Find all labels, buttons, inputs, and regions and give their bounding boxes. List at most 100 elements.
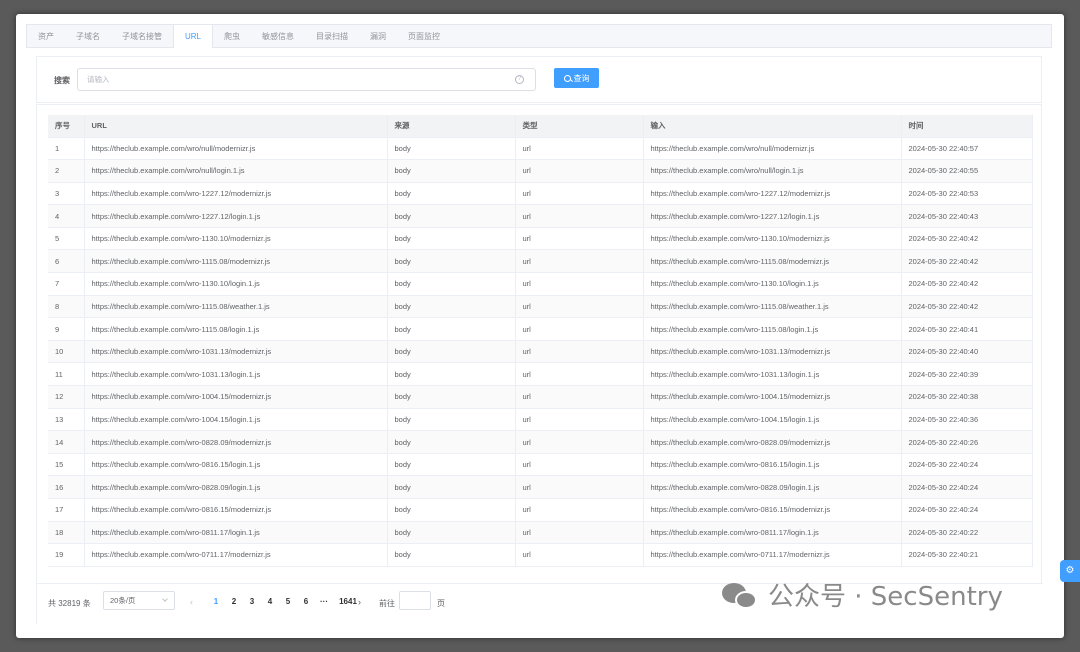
source-cell: body — [387, 408, 516, 432]
search-input[interactable] — [77, 68, 536, 91]
table-row[interactable]: 10 https://theclub.example.com/wro-1031.1… — [48, 340, 1033, 364]
type-cell: url — [515, 317, 644, 341]
source-cell: body — [387, 453, 516, 477]
watermark-text: 公众号 · SecSentry — [768, 582, 1003, 612]
type-cell: url — [515, 521, 644, 545]
input-cell: https://theclub.example.com/wro-1115.08/… — [643, 295, 902, 319]
question-circle-icon[interactable]: ? — [515, 75, 524, 84]
time-cell: 2024-05-30 22:40:41 — [901, 317, 1033, 341]
input-cell: https://theclub.example.com/wro-1130.10/… — [643, 272, 902, 296]
tab-item[interactable]: 子域名 — [65, 25, 111, 47]
tab-bar: 资产 子域名 子域名接管 URL 爬虫 敏感信息 目录扫描 漏洞 页面监控 — [26, 24, 1052, 48]
table-row[interactable]: 7 https://theclub.example.com/wro-1130.10… — [48, 272, 1033, 296]
page-size-select[interactable]: 20条/页 — [103, 591, 175, 610]
url-cell: https://theclub.example.com/wro-0828.09/… — [84, 475, 388, 499]
table-row[interactable]: 15 https://theclub.example.com/wro-0816.1… — [48, 453, 1033, 477]
app-window: 资产子域名子域名接管URL爬虫敏感信息目录扫描漏洞页面监控 搜索 ? 查询 序号… — [16, 14, 1064, 638]
input-cell: https://theclub.example.com/wro-1227.12/… — [643, 182, 902, 206]
page-number[interactable]: 2 — [225, 597, 243, 606]
url-cell: https://theclub.example.com/wro/null/mod… — [84, 137, 388, 161]
table-row[interactable]: 11 https://theclub.example.com/wro-1031.1… — [48, 362, 1033, 387]
source-cell: body — [387, 227, 516, 251]
row-index: 11 — [48, 362, 85, 387]
url-cell: https://theclub.example.com/wro-1031.13/… — [84, 340, 388, 364]
gear-icon[interactable]: ⚙ — [1060, 560, 1080, 582]
table-row[interactable]: 18 https://theclub.example.com/wro-0811.1… — [48, 521, 1033, 545]
type-cell: url — [515, 430, 644, 454]
table-row[interactable]: 17 https://theclub.example.com/wro-0816.1… — [48, 498, 1033, 522]
time-cell: 2024-05-30 22:40:36 — [901, 408, 1033, 432]
type-cell: url — [515, 340, 644, 364]
tab-item[interactable]: URL — [173, 25, 214, 48]
page-number[interactable]: 6 — [297, 597, 315, 606]
source-cell: body — [387, 475, 516, 499]
row-index: 17 — [48, 498, 85, 522]
row-index: 6 — [48, 249, 85, 274]
goto-unit: 页 — [437, 599, 445, 608]
column-header: URL — [84, 115, 388, 138]
tab-item[interactable]: 爬虫 — [213, 25, 251, 47]
tab-item[interactable]: 漏洞 — [359, 25, 397, 47]
row-index: 2 — [48, 159, 85, 183]
wechat-icon — [720, 580, 760, 610]
type-cell: url — [515, 475, 644, 499]
page-number-list: 1 2 3 4 5 6 ··· 1641 — [207, 597, 363, 606]
source-cell: body — [387, 430, 516, 454]
table-row[interactable]: 8 https://theclub.example.com/wro-1115.08… — [48, 295, 1033, 319]
time-cell: 2024-05-30 22:40:55 — [901, 159, 1033, 183]
table-row[interactable]: 12 https://theclub.example.com/wro-1004.1… — [48, 385, 1033, 409]
tab-item[interactable]: 目录扫描 — [305, 25, 359, 47]
page-number[interactable]: 4 — [261, 597, 279, 606]
table-row[interactable]: 16 https://theclub.example.com/wro-0828.0… — [48, 475, 1033, 499]
column-header: 时间 — [901, 115, 1033, 138]
page-number[interactable]: 1 — [207, 597, 225, 606]
next-page-button[interactable]: › — [358, 597, 361, 607]
watermark: 公众号 · SecSentry — [720, 576, 1003, 613]
type-cell: url — [515, 385, 644, 409]
page-number[interactable]: 3 — [243, 597, 261, 606]
tab-item[interactable]: 敏感信息 — [251, 25, 305, 47]
url-table: 序号 URL 来源 类型 输入 时间 1 https://theclub.example.c… — [48, 115, 1033, 567]
more-pages-button[interactable]: ··· — [315, 597, 333, 606]
url-cell: https://theclub.example.com/wro-0816.15/… — [84, 453, 388, 477]
results-panel: 序号 URL 来源 类型 输入 时间 1 https://theclub.example.c… — [36, 104, 1043, 625]
url-cell: https://theclub.example.com/wro-1115.08/… — [84, 317, 388, 341]
table-row[interactable]: 5 https://theclub.example.com/wro-1130.10… — [48, 227, 1033, 251]
prev-page-button[interactable]: ‹ — [190, 597, 193, 607]
time-cell: 2024-05-30 22:40:24 — [901, 498, 1033, 522]
table-row[interactable]: 3 https://theclub.example.com/wro-1227.12… — [48, 182, 1033, 206]
total-count: 共 32819 条 — [48, 599, 91, 608]
table-row[interactable]: 4 https://theclub.example.com/wro-1227.12… — [48, 204, 1033, 228]
tab-item[interactable]: 资产 — [27, 25, 65, 47]
input-cell: https://theclub.example.com/wro-0816.15/… — [643, 453, 902, 477]
search-button[interactable]: 查询 — [554, 68, 599, 88]
type-cell: url — [515, 453, 644, 477]
row-index: 4 — [48, 204, 85, 228]
table-row[interactable]: 9 https://theclub.example.com/wro-1115.08… — [48, 317, 1033, 341]
table-row[interactable]: 6 https://theclub.example.com/wro-1115.08… — [48, 249, 1033, 274]
time-cell: 2024-05-30 22:40:21 — [901, 543, 1033, 567]
goto-page-input[interactable] — [399, 591, 431, 610]
table-row[interactable]: 19 https://theclub.example.com/wro-0711.1… — [48, 543, 1033, 567]
type-cell: url — [515, 227, 644, 251]
source-cell: body — [387, 498, 516, 522]
row-index: 15 — [48, 453, 85, 477]
time-cell: 2024-05-30 22:40:24 — [901, 453, 1033, 477]
time-cell: 2024-05-30 22:40:57 — [901, 137, 1033, 161]
table-row[interactable]: 2 https://theclub.example.com/wro/null/lo… — [48, 159, 1033, 183]
input-cell: https://theclub.example.com/wro-1115.08/… — [643, 249, 902, 274]
time-cell: 2024-05-30 22:40:24 — [901, 475, 1033, 499]
page-number[interactable]: 5 — [279, 597, 297, 606]
tab-item[interactable]: 页面监控 — [397, 25, 451, 47]
table-row[interactable]: 1 https://theclub.example.com/wro/null/mo… — [48, 137, 1033, 161]
type-cell: url — [515, 362, 644, 387]
table-row[interactable]: 13 https://theclub.example.com/wro-1004.1… — [48, 408, 1033, 432]
tab-item[interactable]: 子域名接管 — [111, 25, 173, 47]
table-row[interactable]: 14 https://theclub.example.com/wro-0828.0… — [48, 430, 1033, 454]
row-index: 18 — [48, 521, 85, 545]
url-cell: https://theclub.example.com/wro/null/log… — [84, 159, 388, 183]
input-cell: https://theclub.example.com/wro-1031.13/… — [643, 340, 902, 364]
url-cell: https://theclub.example.com/wro-1227.12/… — [84, 204, 388, 228]
column-header: 来源 — [387, 115, 516, 138]
url-cell: https://theclub.example.com/wro-1004.15/… — [84, 408, 388, 432]
